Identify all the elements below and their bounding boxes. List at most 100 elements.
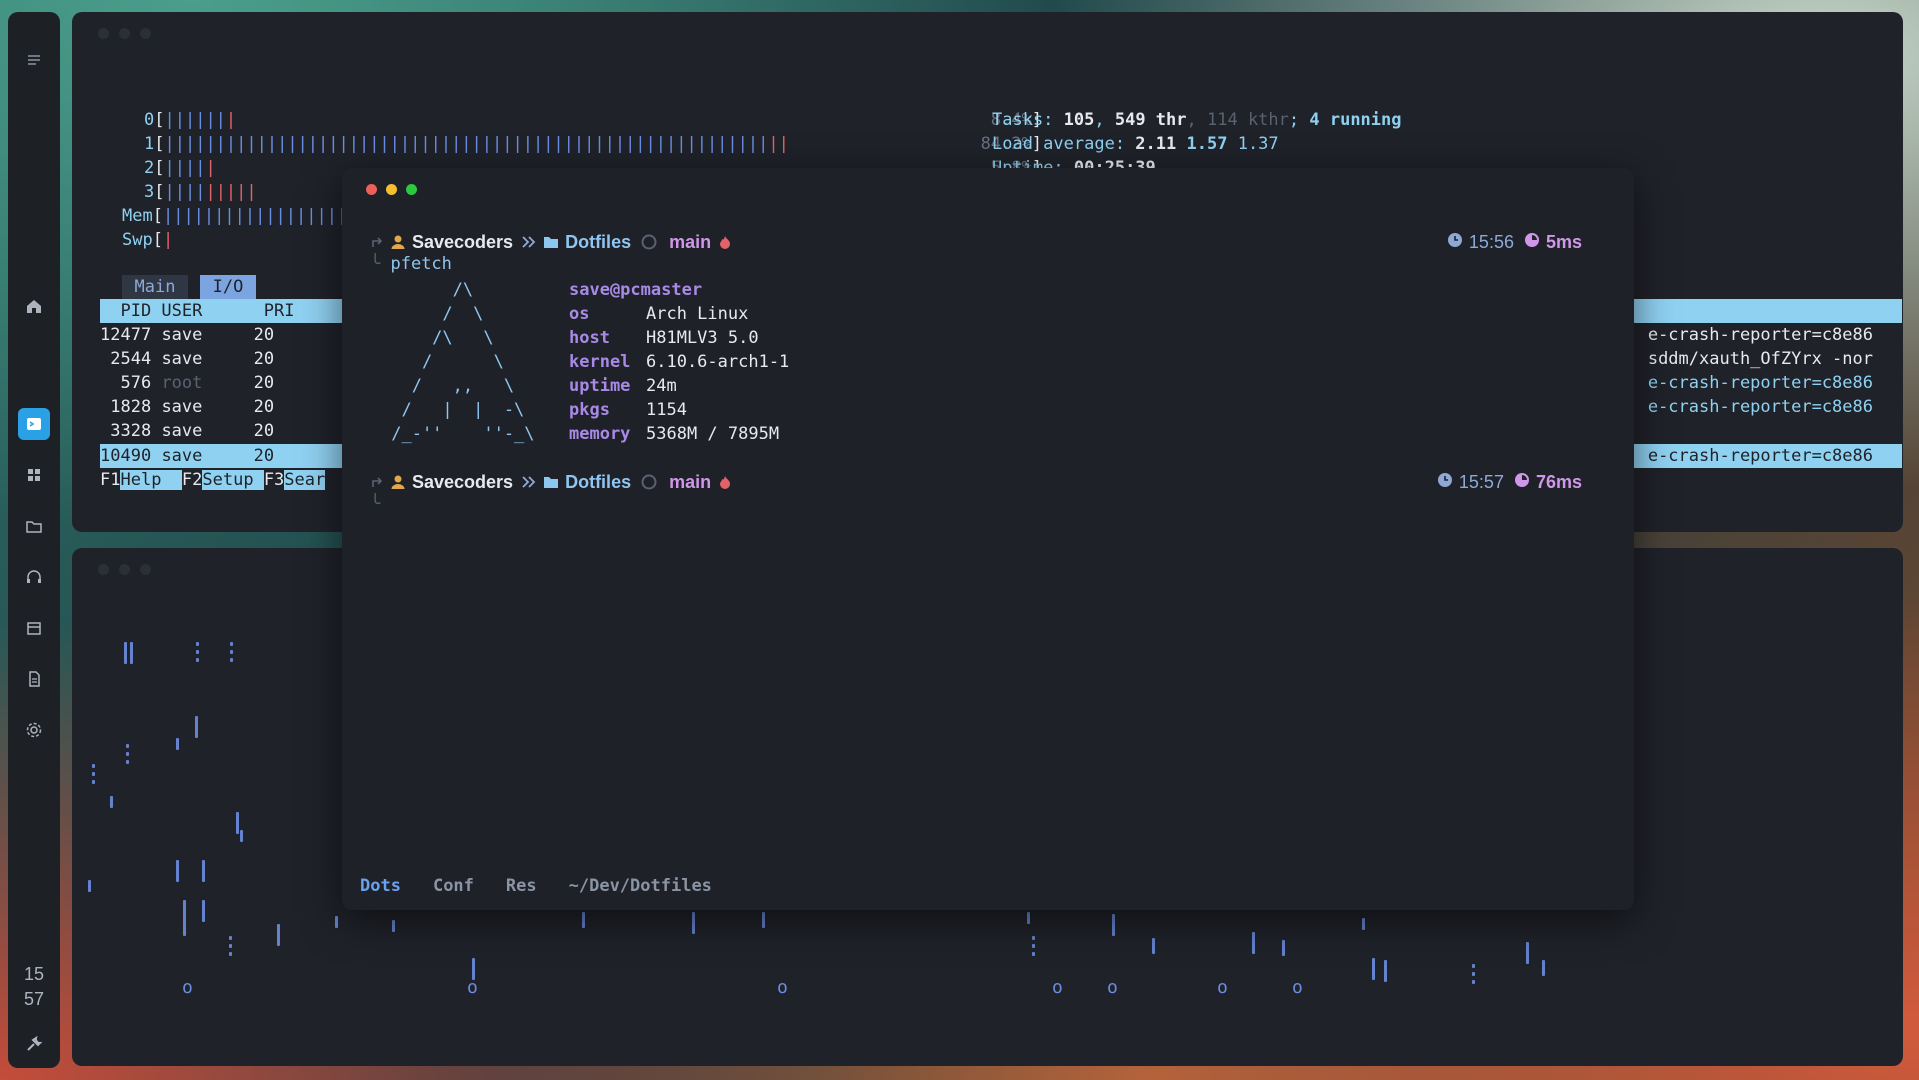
cpu-meter-1: 1[||||||||||||||||||||||||||||||||||||||… [144,134,789,154]
f3-label[interactable]: Sear [284,470,326,490]
terminal-window[interactable]: Savecoders Dotfiles main 15:56 5ms ╰ pfe… [342,168,1634,910]
tab-main[interactable]: Main [122,275,188,299]
function-key-bar: F1Help F2Setup F3Sear [100,468,326,492]
terminal-icon[interactable] [18,408,50,440]
visualizer-bar [92,780,95,784]
cpu-meter-0: 0[||||||| [144,110,237,130]
maximize-button[interactable] [406,184,417,195]
visualizer-bar [240,830,243,842]
clock-minute: 57 [23,989,45,1009]
visualizer-bar [110,796,113,808]
dock-clock: 15 57 [8,962,60,1012]
swap-meter: Swp[| [122,230,174,250]
table-row[interactable]: 576 root 20 [100,371,274,395]
visualizer-bar [88,880,91,892]
tab-path[interactable]: ~/Dev/Dotfiles [569,876,712,896]
folder-icon [543,235,559,249]
close-button[interactable] [366,184,377,195]
menu-icon[interactable] [18,44,50,76]
f1-label[interactable]: Help [120,470,182,490]
clock-icon [1437,472,1453,493]
visualizer-dot: o [1052,977,1063,998]
minimize-dot[interactable] [119,28,130,39]
visualizer-bar [1112,914,1115,936]
minimize-dot[interactable] [119,564,130,575]
headphones-icon[interactable] [18,561,50,593]
process-command: e-crash-reporter=c8e86 [1647,325,1873,345]
dock: 15 57 [8,12,60,1068]
visualizer-dot: o [1217,977,1228,998]
prompt-branch: main [669,231,712,252]
table-row[interactable]: 12477 save 20 [100,323,274,347]
continuation-icon: ╰ [370,254,391,274]
command-line: ╰ pfetch [370,254,452,274]
maximize-dot[interactable] [140,564,151,575]
f1-key[interactable]: F1 [100,470,121,490]
visualizer-bar [277,924,280,946]
visualizer-dot: o [1107,977,1118,998]
input-line[interactable]: ╰ [370,494,380,514]
flame-icon [719,235,731,249]
mem-meter: Mem[|||||||||||||||||| [122,206,348,226]
chevron-right-icon [521,235,537,249]
f3-key[interactable]: F3 [263,470,285,490]
visualizer-bar [1027,912,1030,924]
visualizer-bar [1152,938,1155,954]
github-icon [641,234,657,250]
clock-hour: 15 [23,964,45,984]
visualizer-bar [196,642,199,646]
github-icon [641,474,657,490]
calendar-icon[interactable] [18,612,50,644]
load-average-line: Load average: 2.11 1.57 1.37 [992,134,1279,154]
arch-logo-ascii: /\ / \ /\ \ / \ / ,, \ / | | -\ /_-'' ''… [391,280,535,444]
clock-icon [1447,232,1463,253]
tab-io[interactable]: I/O [200,275,256,299]
visualizer-bar [229,944,232,948]
terminal-tabs: Dots Conf Res ~/Dev/Dotfiles [360,876,712,896]
visualizer-bar [692,912,695,934]
close-dot[interactable] [98,28,109,39]
wrench-icon[interactable] [18,1028,50,1060]
table-row[interactable]: 2544 save 20 [100,347,274,371]
tab-dots[interactable]: Dots [360,876,401,896]
visualizer-bar [126,744,129,748]
apps-icon[interactable] [18,459,50,491]
pfetch-row: memory 5368M / 7895M [569,424,780,444]
visualizer-bar [196,658,199,662]
visualizer-bar [229,936,232,940]
prompt-time: 15:57 [1458,471,1504,492]
pfetch-row: uptime 24m [569,376,677,396]
visualizer-bar [1032,952,1035,956]
visualizer-bar [126,752,129,756]
document-icon[interactable] [18,663,50,695]
folder-icon[interactable] [18,510,50,542]
home-icon[interactable] [18,290,50,322]
prompt-duration: 5ms [1545,231,1582,252]
f2-label[interactable]: Setup [202,470,264,490]
tab-conf[interactable]: Conf [433,876,474,896]
selected-table-row[interactable]: 10490 save 20 [100,444,274,468]
visualizer-bar [1372,958,1375,980]
tab-res[interactable]: Res [506,876,537,896]
visualizer-bar [1362,918,1365,930]
f2-key[interactable]: F2 [181,470,203,490]
window-controls [98,564,151,575]
visualizer-dot: o [182,977,193,998]
prompt-directory: Dotfiles [565,471,632,492]
pfetch-row: os Arch Linux [569,304,749,324]
minimize-button[interactable] [386,184,397,195]
process-command: e-crash-reporter=c8e86 [1647,446,1873,466]
prompt-right-1: 15:56 5ms [1447,230,1582,254]
cpu-meter-2: 2[||||| [144,158,216,178]
visualizer-bar [1472,980,1475,984]
maximize-dot[interactable] [140,28,151,39]
pfetch-row: host H81MLV3 5.0 [569,328,759,348]
table-row[interactable]: 3328 save 20 [100,419,274,443]
visualizer-bar [176,738,179,750]
close-dot[interactable] [98,564,109,575]
settings-icon[interactable] [18,714,50,746]
folder-icon [543,475,559,489]
visualizer-bar [126,760,129,764]
visualizer-bar [335,916,338,928]
table-row[interactable]: 1828 save 20 [100,395,274,419]
